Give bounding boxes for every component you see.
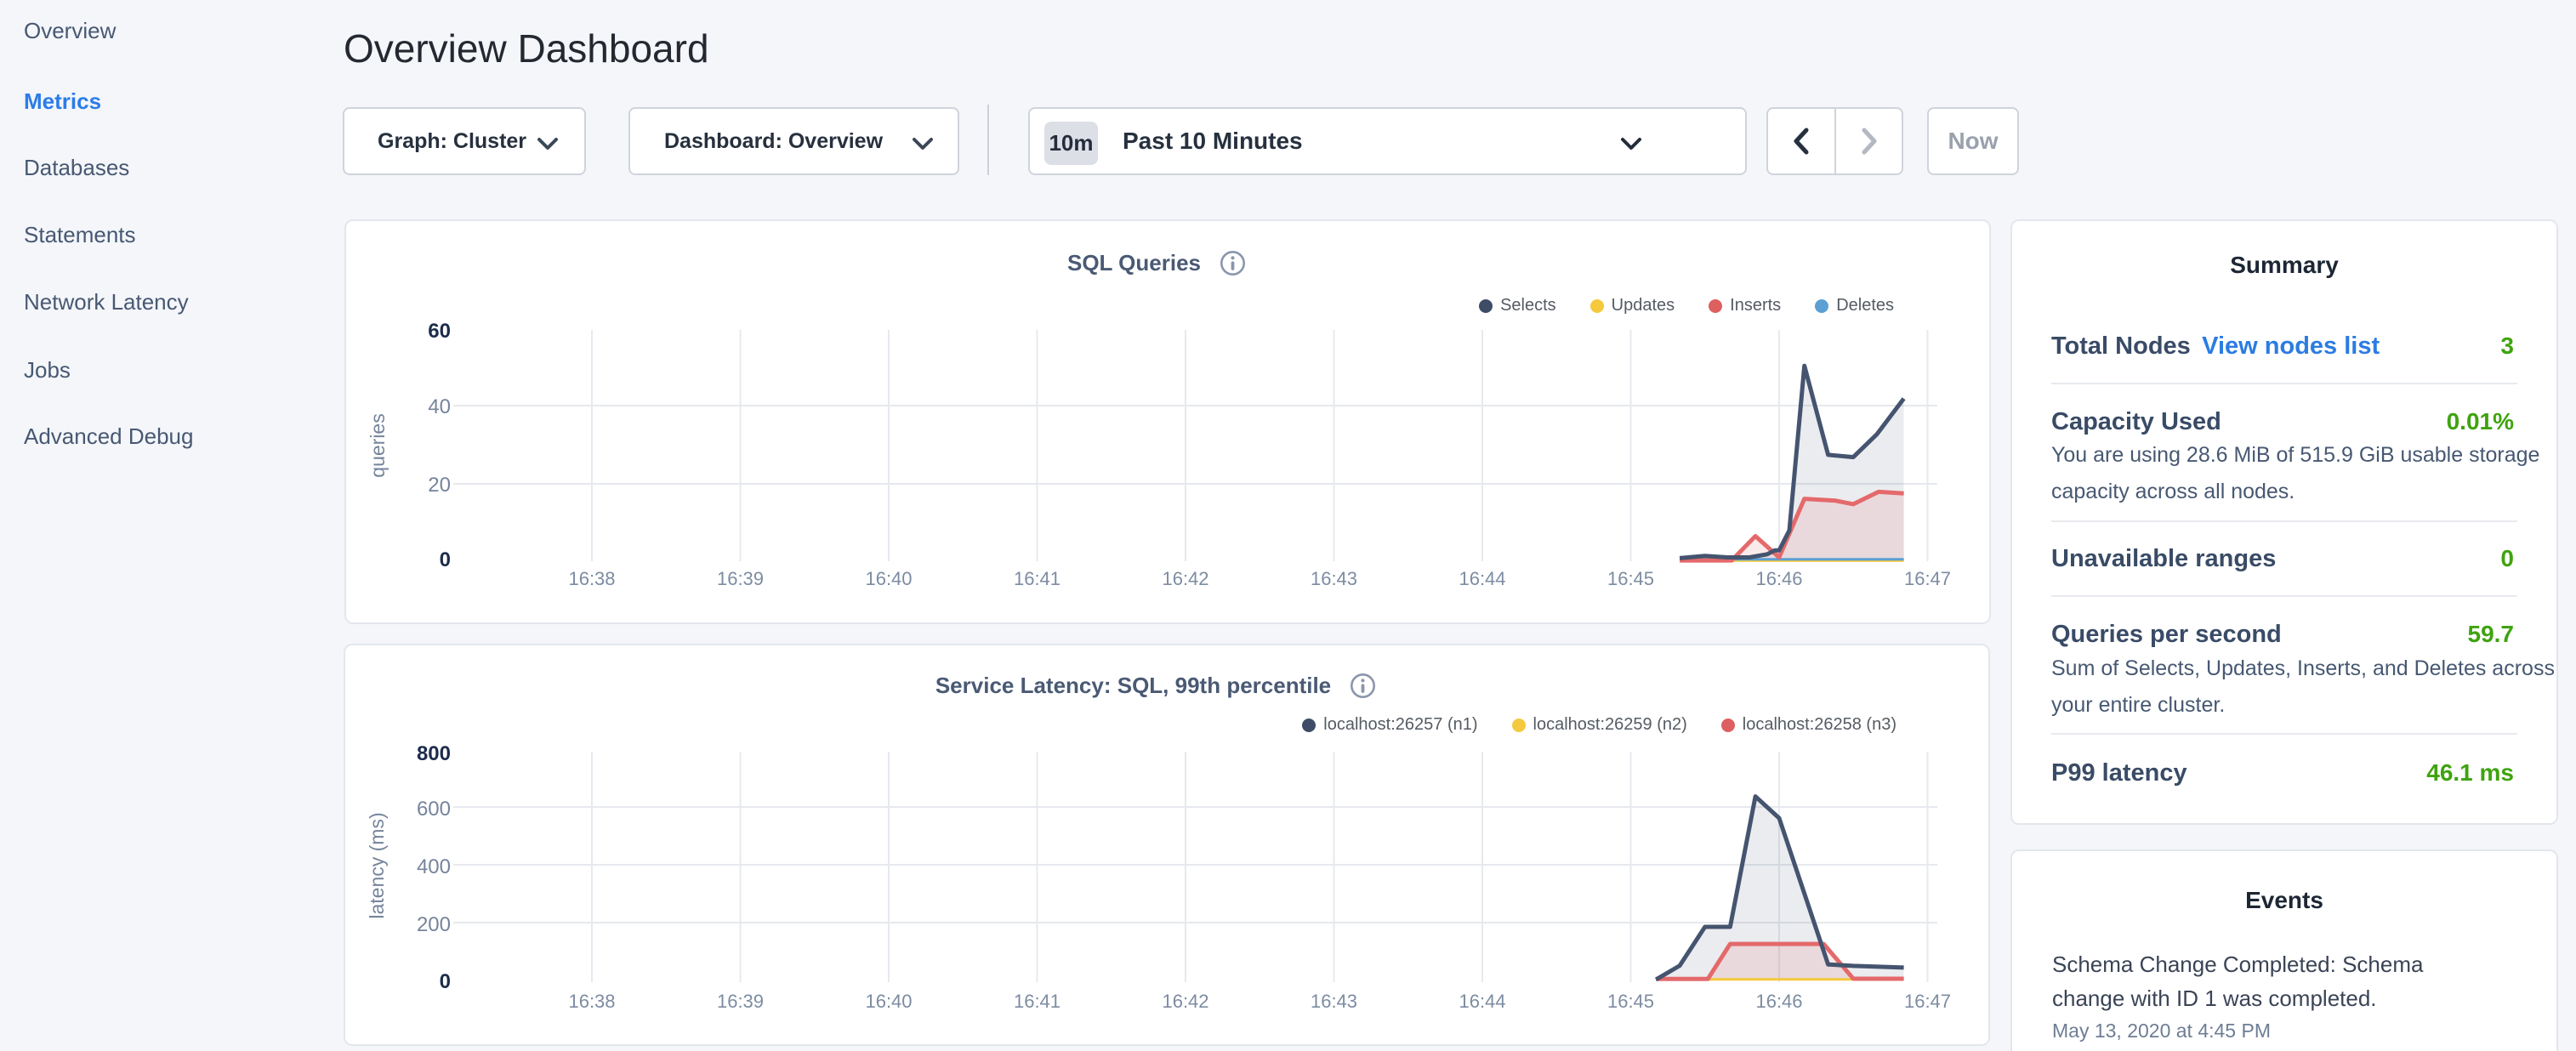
svg-text:latency (ms): latency (ms) <box>366 812 388 918</box>
svg-text:16:40: 16:40 <box>865 568 912 589</box>
svg-text:16:47: 16:47 <box>1904 991 1951 1012</box>
svg-text:16:46: 16:46 <box>1755 991 1802 1012</box>
svg-text:0: 0 <box>440 970 451 993</box>
svg-text:16:40: 16:40 <box>865 991 912 1012</box>
svg-text:60: 60 <box>428 320 451 343</box>
svg-text:16:42: 16:42 <box>1162 991 1208 1012</box>
svg-text:40: 40 <box>428 395 451 418</box>
svg-text:16:39: 16:39 <box>717 991 764 1012</box>
svg-text:16:39: 16:39 <box>717 568 764 589</box>
svg-text:400: 400 <box>417 855 451 878</box>
svg-text:0: 0 <box>440 548 451 571</box>
svg-text:200: 200 <box>417 913 451 936</box>
svg-text:600: 600 <box>417 798 451 821</box>
svg-text:16:44: 16:44 <box>1459 568 1505 589</box>
svg-text:20: 20 <box>428 474 451 497</box>
svg-text:16:45: 16:45 <box>1607 568 1654 589</box>
svg-text:16:44: 16:44 <box>1459 991 1505 1012</box>
svg-text:800: 800 <box>417 742 451 765</box>
svg-text:16:46: 16:46 <box>1755 568 1802 589</box>
svg-text:16:38: 16:38 <box>568 991 615 1012</box>
svg-text:queries: queries <box>367 413 389 477</box>
svg-text:16:41: 16:41 <box>1014 568 1061 589</box>
svg-text:16:43: 16:43 <box>1311 568 1357 589</box>
svg-text:16:47: 16:47 <box>1904 568 1951 589</box>
svg-text:16:45: 16:45 <box>1607 991 1654 1012</box>
svg-text:16:42: 16:42 <box>1162 568 1208 589</box>
svg-text:16:41: 16:41 <box>1014 991 1061 1012</box>
svg-text:16:38: 16:38 <box>568 568 615 589</box>
svg-text:16:43: 16:43 <box>1311 991 1357 1012</box>
